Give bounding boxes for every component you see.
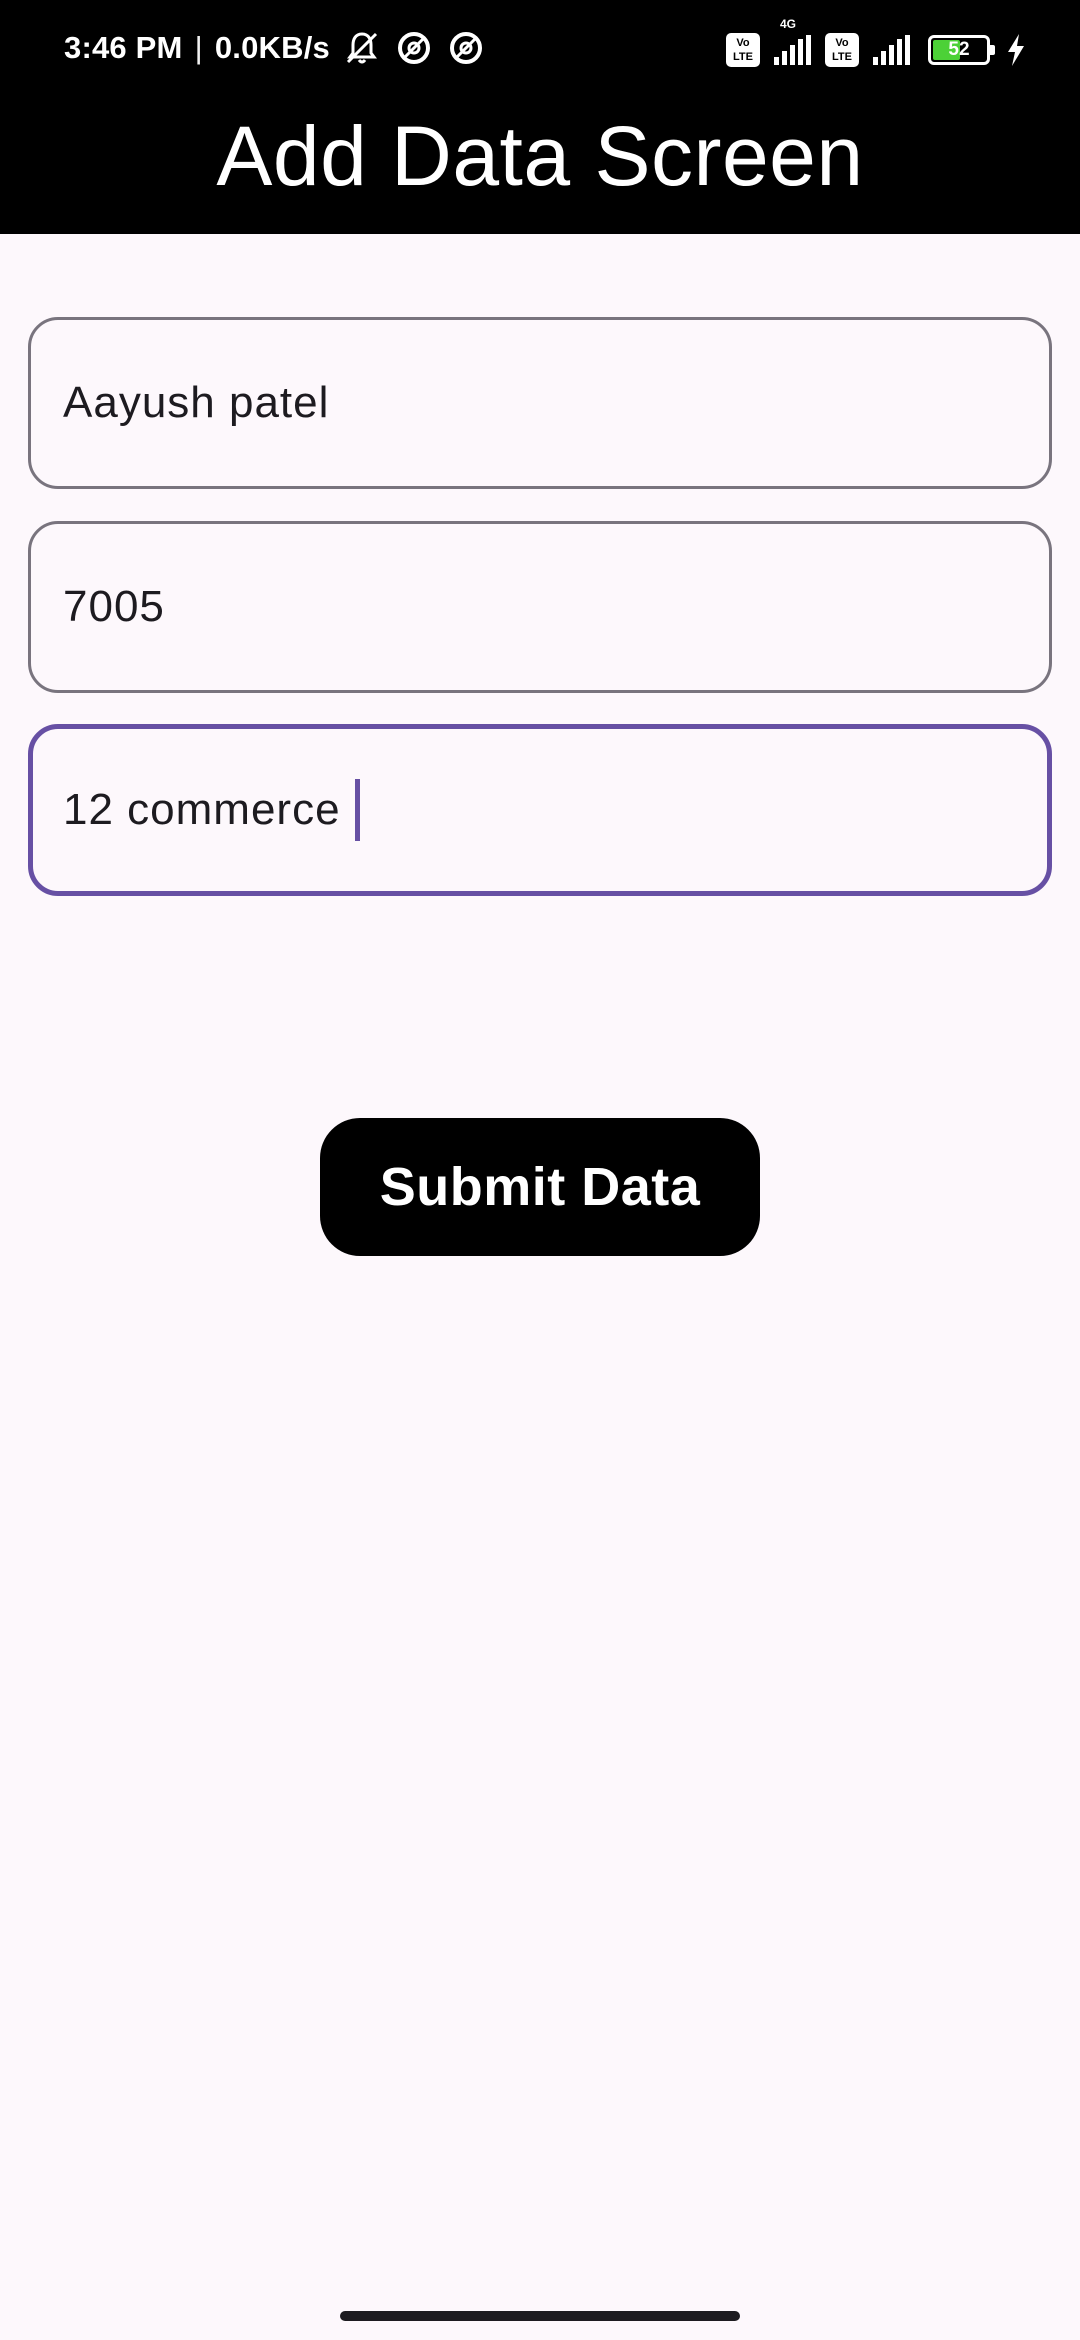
battery-level: 52 bbox=[948, 39, 970, 60]
battery-icon: 52 bbox=[928, 35, 995, 65]
data-saver-icon bbox=[394, 28, 434, 68]
data-saver-icon bbox=[446, 28, 486, 68]
page-title: Add Data Screen bbox=[216, 109, 864, 203]
charging-bolt-icon bbox=[1004, 30, 1028, 70]
clock: 3:46 PM bbox=[64, 30, 183, 65]
text-cursor bbox=[354, 779, 360, 841]
class-field[interactable]: 12 commerce bbox=[28, 724, 1052, 896]
signal-strength-icon: 4G bbox=[774, 17, 811, 65]
home-indicator[interactable] bbox=[340, 2311, 740, 2321]
number-field-value: 7005 bbox=[63, 582, 165, 631]
name-field[interactable]: Aayush patel bbox=[28, 317, 1052, 489]
battery-cap bbox=[990, 45, 995, 55]
name-field-value: Aayush patel bbox=[63, 378, 330, 427]
status-left: 3:46 PM | 0.0KB/s bbox=[64, 28, 486, 68]
top-bar: 3:46 PM | 0.0KB/s Vo LTE 4G Vo LTE 52 Ad… bbox=[0, 0, 1080, 234]
submit-data-button[interactable]: Submit Data bbox=[320, 1118, 760, 1256]
bell-off-icon bbox=[342, 28, 382, 68]
status-right: Vo LTE 4G Vo LTE 52 bbox=[726, 17, 1028, 70]
volte-icon: Vo LTE bbox=[726, 33, 760, 67]
status-separator: | bbox=[194, 30, 203, 65]
network-speed: 0.0KB/s bbox=[214, 30, 330, 65]
network-type-label: 4G bbox=[780, 17, 797, 31]
status-bar: 3:46 PM | 0.0KB/s Vo LTE 4G Vo LTE 52 bbox=[0, 0, 1080, 100]
number-field[interactable]: 7005 bbox=[28, 521, 1052, 693]
signal-strength-icon bbox=[873, 35, 910, 65]
volte-icon: Vo LTE bbox=[825, 33, 859, 67]
class-field-value: 12 commerce bbox=[63, 785, 341, 834]
app-screen: 3:46 PM | 0.0KB/s Vo LTE 4G Vo LTE 52 Ad… bbox=[0, 0, 1080, 2340]
